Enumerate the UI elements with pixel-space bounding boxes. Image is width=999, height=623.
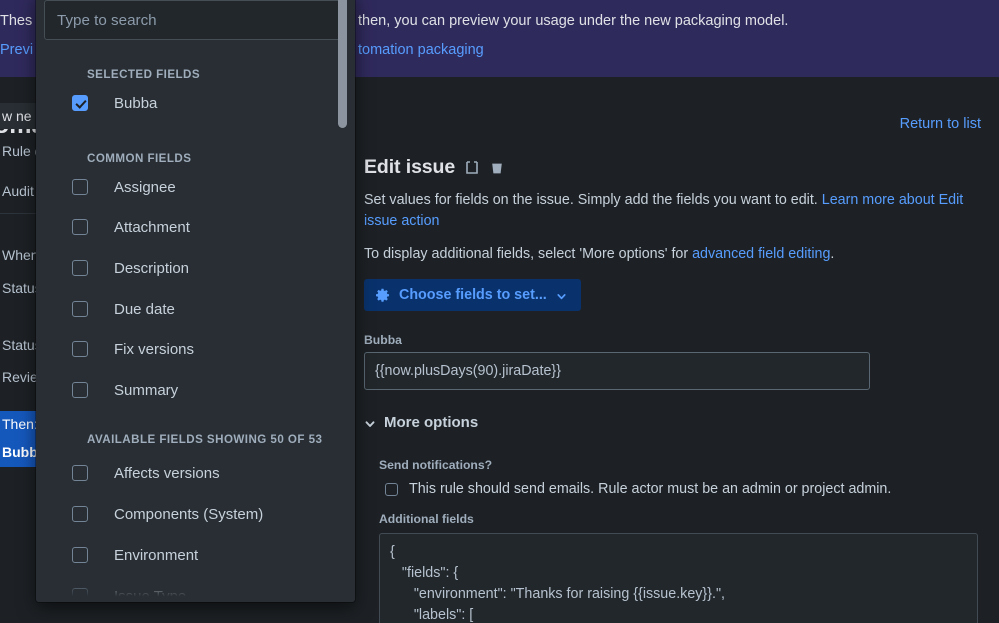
option-label: Components (System) xyxy=(114,506,263,523)
checkbox-attachment[interactable] xyxy=(72,219,88,235)
option-issue-type[interactable]: Issue Type xyxy=(72,581,355,602)
duplicate-icon[interactable] xyxy=(464,160,480,176)
option-label: Bubba xyxy=(114,95,157,112)
checkbox-description[interactable] xyxy=(72,260,88,276)
option-summary[interactable]: Summary xyxy=(72,375,355,405)
description-text-2: To display additional fields, select 'Mo… xyxy=(364,246,692,262)
gear-icon xyxy=(375,288,390,303)
bubba-field-input[interactable] xyxy=(364,352,870,390)
chevron-down-icon xyxy=(556,290,567,301)
search-input[interactable] xyxy=(44,0,347,40)
popup-scrollbar-thumb[interactable] xyxy=(338,0,347,128)
main-content: Return to list Edit issue Set values for… xyxy=(355,77,999,623)
option-assignee[interactable]: Assignee xyxy=(72,172,355,202)
group-heading-available-fields: AVAILABLE FIELDS SHOWING 50 OF 53 xyxy=(87,433,322,446)
banner-text-main: then, you can preview your usage under t… xyxy=(358,10,788,32)
checkbox-bubba[interactable] xyxy=(72,95,88,111)
checkbox-components-system[interactable] xyxy=(72,506,88,522)
checkbox-affects-versions[interactable] xyxy=(72,465,88,481)
option-label: Issue Type xyxy=(114,588,186,603)
option-affects-versions[interactable]: Affects versions xyxy=(72,458,355,488)
page-title: Edit issue xyxy=(364,156,455,179)
option-fix-versions[interactable]: Fix versions xyxy=(72,334,355,364)
checkbox-summary[interactable] xyxy=(72,382,88,398)
additional-fields-label: Additional fields xyxy=(379,512,474,526)
chevron-down-icon xyxy=(364,417,376,429)
option-label: Assignee xyxy=(114,179,176,196)
additional-fields-textarea[interactable]: { "fields": { "environment": "Thanks for… xyxy=(379,533,978,623)
option-environment[interactable]: Environment xyxy=(72,540,355,570)
option-description[interactable]: Description xyxy=(72,253,355,283)
send-notifications-label: Send notifications? xyxy=(379,458,492,472)
option-label: Fix versions xyxy=(114,341,194,358)
description-paragraph-1: Set values for fields on the issue. Simp… xyxy=(364,190,992,232)
checkbox-assignee[interactable] xyxy=(72,179,88,195)
choose-fields-label: Choose fields to set... xyxy=(399,287,547,303)
description-text-1: Set values for fields on the issue. Simp… xyxy=(364,192,822,208)
description-text-2-post: . xyxy=(830,246,834,262)
advanced-field-editing-link[interactable]: advanced field editing xyxy=(692,246,830,262)
checkbox-fix-versions[interactable] xyxy=(72,341,88,357)
option-label: Summary xyxy=(114,382,178,399)
edit-issue-header: Edit issue xyxy=(364,156,505,179)
option-attachment[interactable]: Attachment xyxy=(72,212,355,242)
option-due-date[interactable]: Due date xyxy=(72,294,355,324)
field-picker-popup: SELECTED FIELDS Bubba COMMON FIELDS Assi… xyxy=(36,0,355,602)
send-notifications-text: This rule should send emails. Rule actor… xyxy=(409,481,891,497)
popup-scrollbar-track[interactable] xyxy=(342,0,351,602)
send-notifications-checkbox-row[interactable]: This rule should send emails. Rule actor… xyxy=(385,481,891,497)
return-to-list-link[interactable]: Return to list xyxy=(900,116,981,132)
banner-link-main[interactable]: tomation packaging xyxy=(358,39,484,61)
trash-icon[interactable] xyxy=(489,160,505,176)
app-root: Thes then, you can preview your usage un… xyxy=(0,0,999,623)
checkbox-issue-type[interactable] xyxy=(72,588,88,602)
checkbox-environment[interactable] xyxy=(72,547,88,563)
option-components-system[interactable]: Components (System) xyxy=(72,499,355,529)
option-label: Environment xyxy=(114,547,198,564)
more-options-toggle[interactable]: More options xyxy=(364,414,478,431)
bubba-field-label: Bubba xyxy=(364,333,402,347)
banner-text-left-clip: Thes xyxy=(0,10,32,32)
send-notifications-checkbox[interactable] xyxy=(385,483,398,496)
option-label: Affects versions xyxy=(114,465,220,482)
more-options-label: More options xyxy=(384,414,478,431)
option-label: Due date xyxy=(114,301,175,318)
description-paragraph-2: To display additional fields, select 'Mo… xyxy=(364,244,992,265)
checkbox-due-date[interactable] xyxy=(72,301,88,317)
banner-link-left-clip[interactable]: Previ xyxy=(0,39,33,61)
option-label: Description xyxy=(114,260,189,277)
group-heading-common-fields: COMMON FIELDS xyxy=(87,152,191,165)
option-bubba[interactable]: Bubba xyxy=(72,88,355,118)
choose-fields-to-set-button[interactable]: Choose fields to set... xyxy=(364,279,581,311)
option-label: Attachment xyxy=(114,219,190,236)
group-heading-selected-fields: SELECTED FIELDS xyxy=(87,68,200,81)
